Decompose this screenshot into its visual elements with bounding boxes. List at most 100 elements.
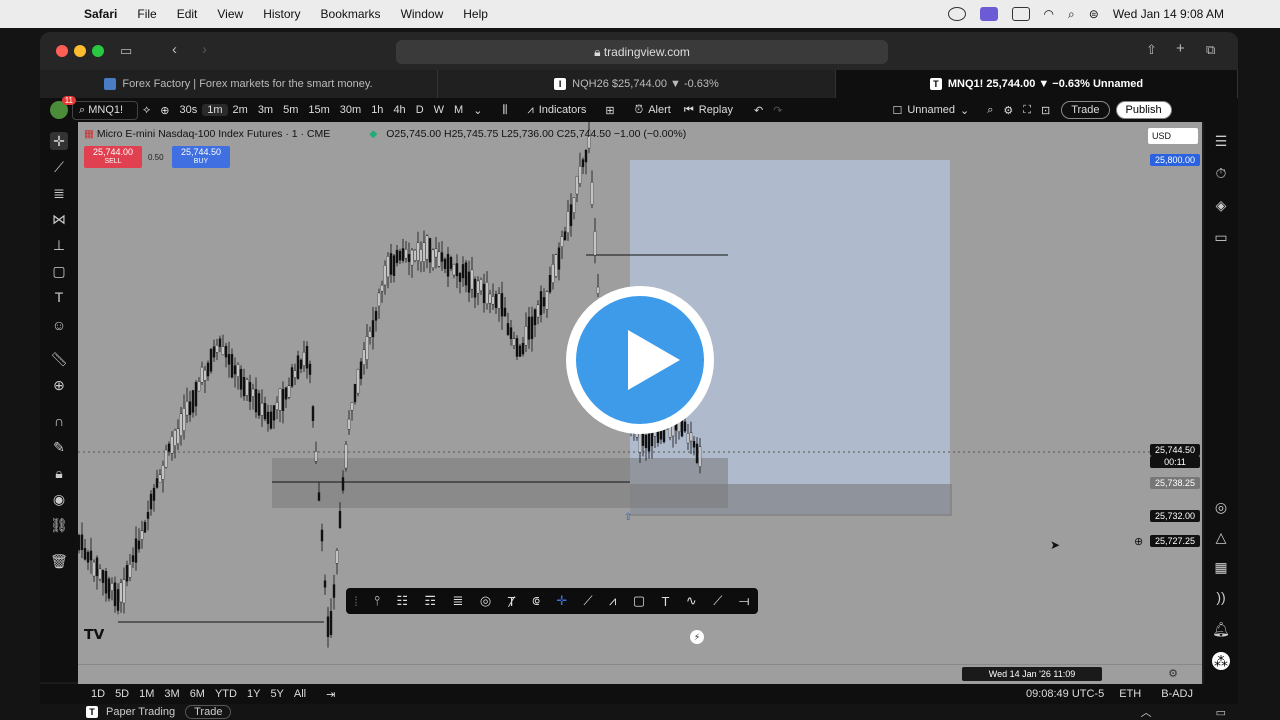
streams-icon[interactable]: )): [1212, 588, 1230, 606]
emoji-icon[interactable]: ☺: [50, 316, 68, 334]
chart-type-icon[interactable]: ⫼: [497, 104, 512, 117]
interval-w[interactable]: W: [429, 104, 449, 116]
screen-share-icon[interactable]: [979, 7, 998, 21]
apps-icon[interactable]: ⁂: [1212, 652, 1230, 670]
range-1m[interactable]: 1M: [134, 688, 159, 700]
menu-history[interactable]: History: [263, 7, 300, 21]
range-1d[interactable]: 1D: [86, 688, 110, 700]
compare-icon[interactable]: ⟡: [138, 104, 155, 117]
tab-forex-factory[interactable]: Forex Factory | Forex markets for the sm…: [40, 70, 438, 98]
maximize-panel-icon[interactable]: ▭: [1216, 706, 1226, 719]
quick-search-icon[interactable]: ⌕: [982, 104, 998, 117]
auto-scale-icon[interactable]: ⚙︎: [1168, 667, 1178, 680]
control-center-icon[interactable]: ⊜: [1089, 7, 1099, 21]
replay-icon[interactable]: ⏮: [679, 104, 699, 117]
curve-icon[interactable]: ∿: [686, 593, 697, 609]
sell-button[interactable]: 25,744.00 SELL: [84, 146, 142, 168]
brush-icon[interactable]: ▢: [50, 262, 68, 280]
settings-icon[interactable]: ⚙︎: [998, 104, 1018, 117]
calendar-icon[interactable]: ▦: [1212, 558, 1230, 576]
range-5d[interactable]: 5D: [110, 688, 134, 700]
buy-button[interactable]: 25,744.50 BUY: [172, 146, 230, 168]
range-6m[interactable]: 6M: [185, 688, 210, 700]
stay-drawing-icon[interactable]: ✎: [50, 438, 68, 456]
record-icon[interactable]: [947, 7, 966, 21]
trade-button[interactable]: Trade: [1061, 101, 1110, 119]
brush-tool-icon[interactable]: ⟃: [532, 593, 540, 609]
layers-icon[interactable]: ◈: [1212, 196, 1230, 214]
ideas-icon[interactable]: △: [1212, 528, 1230, 546]
circle-icon[interactable]: ◎: [480, 593, 491, 609]
menu-edit[interactable]: Edit: [177, 7, 198, 21]
notifications-icon[interactable]: 🔔︎: [1212, 620, 1230, 638]
range-all[interactable]: All: [289, 688, 311, 700]
range-5y[interactable]: 5Y: [265, 688, 288, 700]
pattern-icon[interactable]: ⋈: [50, 210, 68, 228]
link-icon[interactable]: ⛓: [50, 516, 68, 534]
menu-app[interactable]: Safari: [84, 7, 117, 21]
alert-button[interactable]: Alert: [648, 104, 671, 116]
target-icon[interactable]: ◎: [1212, 498, 1230, 516]
footer-trade-button[interactable]: Trade: [185, 705, 232, 719]
range-3m[interactable]: 3M: [159, 688, 184, 700]
fib-retracement-icon[interactable]: ☷: [396, 593, 408, 609]
text-icon[interactable]: T: [50, 288, 68, 306]
interval-d[interactable]: D: [411, 104, 429, 116]
interval-dropdown-icon[interactable]: ⌄: [468, 104, 487, 117]
time-axis[interactable]: Wed 14 Jan '26 11:09 ⚙︎: [78, 664, 1202, 684]
projection-icon[interactable]: ⊥: [50, 236, 68, 254]
range-ytd[interactable]: YTD: [210, 688, 242, 700]
fullscreen-icon[interactable]: ⛶: [1018, 104, 1036, 117]
layout-name[interactable]: Unnamed: [907, 104, 955, 116]
utc-clock[interactable]: 09:08:49 UTC-5: [1026, 688, 1104, 700]
path-icon[interactable]: ⩘: [609, 593, 616, 609]
session-toggle[interactable]: ETH: [1114, 688, 1146, 700]
interval-5m[interactable]: 5m: [278, 104, 303, 116]
menubar-clock[interactable]: Wed Jan 14 9:08 AM: [1113, 7, 1224, 21]
zoom-in-icon[interactable]: ⊕: [50, 376, 68, 394]
tab-nqh26[interactable]: I NQH26 $25,744.00 ▼ -0.63%: [438, 70, 836, 98]
alert-icon[interactable]: ⏰︎: [630, 104, 649, 117]
vertical-line-icon[interactable]: ⫯: [374, 593, 380, 609]
redo-icon[interactable]: ↷: [768, 104, 787, 117]
interval-3m[interactable]: 3m: [253, 104, 278, 116]
trend-line-icon[interactable]: ⟋: [584, 593, 593, 609]
undo-icon[interactable]: ↶: [749, 104, 768, 117]
menu-view[interactable]: View: [217, 7, 243, 21]
watchlist-icon[interactable]: ☰: [1212, 132, 1230, 150]
ruler-icon[interactable]: 📏︎: [50, 350, 68, 368]
crosshair-blue-icon[interactable]: ✛: [556, 593, 567, 609]
battery-icon[interactable]: [1011, 7, 1030, 21]
add-symbol-icon[interactable]: ⊕: [155, 104, 174, 117]
drag-handle-icon[interactable]: ⁞: [354, 594, 358, 609]
lock-drawings-icon[interactable]: 🔒︎: [50, 464, 68, 482]
wifi-icon[interactable]: ◠: [1044, 7, 1054, 21]
snapshot-icon[interactable]: ⊡: [1036, 104, 1055, 117]
replay-button[interactable]: Replay: [699, 104, 733, 116]
horizontal-line-icon[interactable]: ⟞: [739, 593, 750, 609]
trash-icon[interactable]: 🗑︎: [50, 552, 68, 570]
add-alert-icon[interactable]: ⊕: [1134, 535, 1143, 548]
goto-date-icon[interactable]: ⇥: [321, 688, 340, 701]
anchored-text-icon[interactable]: Ⱦ: [508, 594, 516, 609]
share-icon[interactable]: ⇧: [1146, 42, 1157, 58]
interval-2m[interactable]: 2m: [228, 104, 253, 116]
currency-select[interactable]: USD: [1148, 128, 1198, 144]
interval-30s[interactable]: 30s: [175, 104, 203, 116]
interval-1h[interactable]: 1h: [366, 104, 388, 116]
forward-icon[interactable]: ›: [202, 41, 207, 58]
trendline-icon[interactable]: ⟋: [50, 158, 68, 176]
menu-bookmarks[interactable]: Bookmarks: [321, 7, 381, 21]
paper-trading-tab[interactable]: Paper Trading: [106, 706, 175, 718]
layout-icon[interactable]: ☐: [887, 104, 907, 117]
chat-icon[interactable]: ▭: [1212, 228, 1230, 246]
adjustment-toggle[interactable]: B-ADJ: [1156, 688, 1198, 700]
ray-icon[interactable]: ⟋: [713, 593, 722, 609]
menu-file[interactable]: File: [137, 7, 156, 21]
tab-overview-icon[interactable]: ⧉: [1206, 42, 1215, 58]
zoom-window-button[interactable]: [92, 45, 104, 57]
rectangle-icon[interactable]: ▢: [633, 593, 645, 609]
crosshair-icon[interactable]: ✛: [50, 132, 68, 150]
address-bar[interactable]: 🔒︎ tradingview.com: [396, 40, 888, 64]
range-1y[interactable]: 1Y: [242, 688, 265, 700]
